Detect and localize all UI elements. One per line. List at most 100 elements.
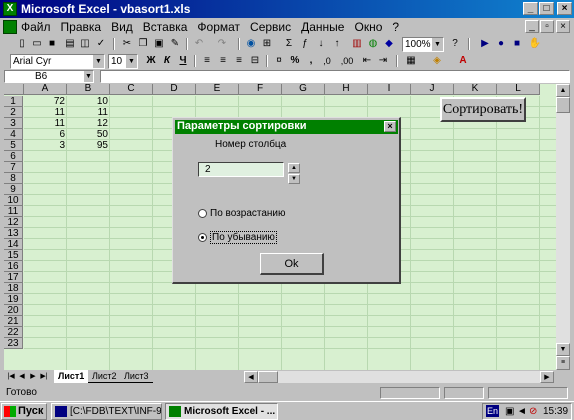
last-sheet-icon[interactable]: ▶|: [39, 372, 49, 382]
doc-minimize-button[interactable]: _: [525, 20, 539, 33]
menu-edit[interactable]: Правка: [60, 20, 103, 34]
italic-button[interactable]: К: [160, 54, 174, 68]
clock[interactable]: 15:39: [543, 404, 568, 419]
doc-restore-button[interactable]: ▫: [540, 20, 554, 33]
ok-button[interactable]: Ok: [260, 253, 324, 275]
underline-button[interactable]: Ч: [176, 54, 190, 68]
new-icon[interactable]: ▯: [15, 37, 29, 51]
cell-a3[interactable]: 11: [24, 118, 67, 129]
save-icon[interactable]: ■: [45, 37, 59, 51]
undo-icon[interactable]: ↶: [192, 37, 206, 51]
prev-sheet-icon[interactable]: ◀: [17, 372, 27, 382]
column-header[interactable]: H: [325, 84, 368, 95]
cell-b1[interactable]: 10: [67, 96, 110, 107]
first-sheet-icon[interactable]: |◀: [6, 372, 16, 382]
select-all-corner[interactable]: [4, 84, 24, 95]
scroll-down-icon[interactable]: ▼: [556, 343, 570, 356]
next-sheet-icon[interactable]: ▶: [28, 372, 38, 382]
cell-b2[interactable]: 11: [67, 107, 110, 118]
document-icon[interactable]: [3, 20, 17, 34]
volume-icon[interactable]: ◄: [517, 404, 527, 419]
record-macro-icon[interactable]: ●: [494, 37, 508, 51]
cell-a1[interactable]: 72: [24, 96, 67, 107]
menu-file[interactable]: Файл: [20, 20, 52, 34]
radio-button-checked-icon[interactable]: [198, 233, 207, 242]
excel-app-icon[interactable]: X: [3, 2, 17, 16]
web-toolbar-icon[interactable]: ⊞: [260, 37, 274, 51]
row-header[interactable]: 16: [4, 261, 23, 272]
control-toolbox-icon[interactable]: ✋: [528, 37, 542, 51]
font-color-icon[interactable]: A: [456, 54, 470, 68]
column-number-input[interactable]: 2: [198, 162, 284, 177]
row-header[interactable]: 21: [4, 316, 23, 327]
menu-window[interactable]: Окно: [353, 20, 383, 34]
run-macro-icon[interactable]: ▶: [478, 37, 492, 51]
name-box[interactable]: B6 ▼: [4, 70, 94, 83]
spin-down-button[interactable]: ▼: [288, 174, 300, 184]
open-icon[interactable]: ▭: [30, 37, 44, 51]
scroll-right-icon[interactable]: ▶: [540, 371, 554, 383]
row-header[interactable]: 23: [4, 338, 23, 349]
scroll-left-icon[interactable]: ◀: [244, 371, 258, 383]
drawing-icon[interactable]: ◆: [382, 37, 396, 51]
column-header[interactable]: A: [24, 84, 67, 95]
row-header[interactable]: 15: [4, 250, 23, 261]
cell-b5[interactable]: 95: [67, 140, 110, 151]
percent-button[interactable]: %: [288, 54, 302, 68]
row-header[interactable]: 20: [4, 305, 23, 316]
doc-close-button[interactable]: ×: [556, 20, 570, 33]
merge-center-icon[interactable]: ⊟: [248, 54, 262, 68]
start-button[interactable]: Пуск: [1, 403, 47, 420]
column-header[interactable]: B: [67, 84, 110, 95]
column-header[interactable]: E: [196, 84, 239, 95]
cell-b4[interactable]: 50: [67, 129, 110, 140]
cell-a4[interactable]: 6: [24, 129, 67, 140]
hyperlink-icon[interactable]: ◉: [244, 37, 258, 51]
row-header[interactable]: 12: [4, 217, 23, 228]
column-header[interactable]: G: [282, 84, 325, 95]
stop-icon[interactable]: ■: [510, 37, 524, 51]
cell-b3[interactable]: 12: [67, 118, 110, 129]
tab-sheet2[interactable]: Лист2: [88, 370, 121, 383]
network-icon[interactable]: ▣: [505, 404, 514, 419]
row-header[interactable]: 2: [4, 107, 23, 118]
format-painter-icon[interactable]: ✎: [168, 37, 182, 51]
row-header[interactable]: 8: [4, 173, 23, 184]
spin-up-button[interactable]: ▲: [288, 163, 300, 173]
zoom-select[interactable]: 100% ▼: [402, 37, 444, 52]
increase-indent-icon[interactable]: ⇥: [376, 54, 390, 68]
minimize-button[interactable]: _: [523, 2, 538, 15]
menu-view[interactable]: Вид: [110, 20, 134, 34]
chevron-down-icon[interactable]: ▼: [93, 55, 104, 68]
row-header[interactable]: 13: [4, 228, 23, 239]
print-preview-icon[interactable]: ◫: [78, 37, 92, 51]
bold-button[interactable]: Ж: [144, 54, 158, 68]
column-header[interactable]: J: [411, 84, 454, 95]
row-header[interactable]: 9: [4, 184, 23, 195]
radio-button-icon[interactable]: [198, 209, 207, 218]
office-assistant-icon[interactable]: ?: [448, 37, 462, 51]
dialog-close-button[interactable]: ×: [384, 121, 396, 132]
row-header[interactable]: 10: [4, 195, 23, 206]
antivirus-icon[interactable]: ⊘: [529, 404, 537, 419]
menu-insert[interactable]: Вставка: [142, 20, 189, 34]
font-size-select[interactable]: 10 ▼: [108, 54, 138, 69]
cut-icon[interactable]: ✂: [120, 37, 134, 51]
paste-icon[interactable]: ▣: [152, 37, 166, 51]
redo-icon[interactable]: ↷: [215, 37, 229, 51]
horizontal-scrollbar[interactable]: ◀ ▶: [244, 371, 554, 383]
column-header[interactable]: D: [153, 84, 196, 95]
column-header[interactable]: L: [497, 84, 540, 95]
menu-tools[interactable]: Сервис: [249, 20, 292, 34]
autosum-icon[interactable]: Σ: [282, 37, 296, 51]
decrease-decimal-button[interactable]: ,00: [340, 54, 354, 68]
maximize-button[interactable]: □: [539, 2, 554, 15]
column-header[interactable]: K: [454, 84, 497, 95]
column-header[interactable]: C: [110, 84, 153, 95]
row-header[interactable]: 14: [4, 239, 23, 250]
taskbar-item-folder[interactable]: [C:\FDB\TEXT\INF-9...: [51, 403, 162, 420]
sort-button[interactable]: Сортировать!: [440, 97, 526, 122]
radio-ascending[interactable]: По возрастанию: [198, 208, 286, 219]
chevron-down-icon[interactable]: ▼: [84, 71, 93, 82]
row-header[interactable]: 5: [4, 140, 23, 151]
